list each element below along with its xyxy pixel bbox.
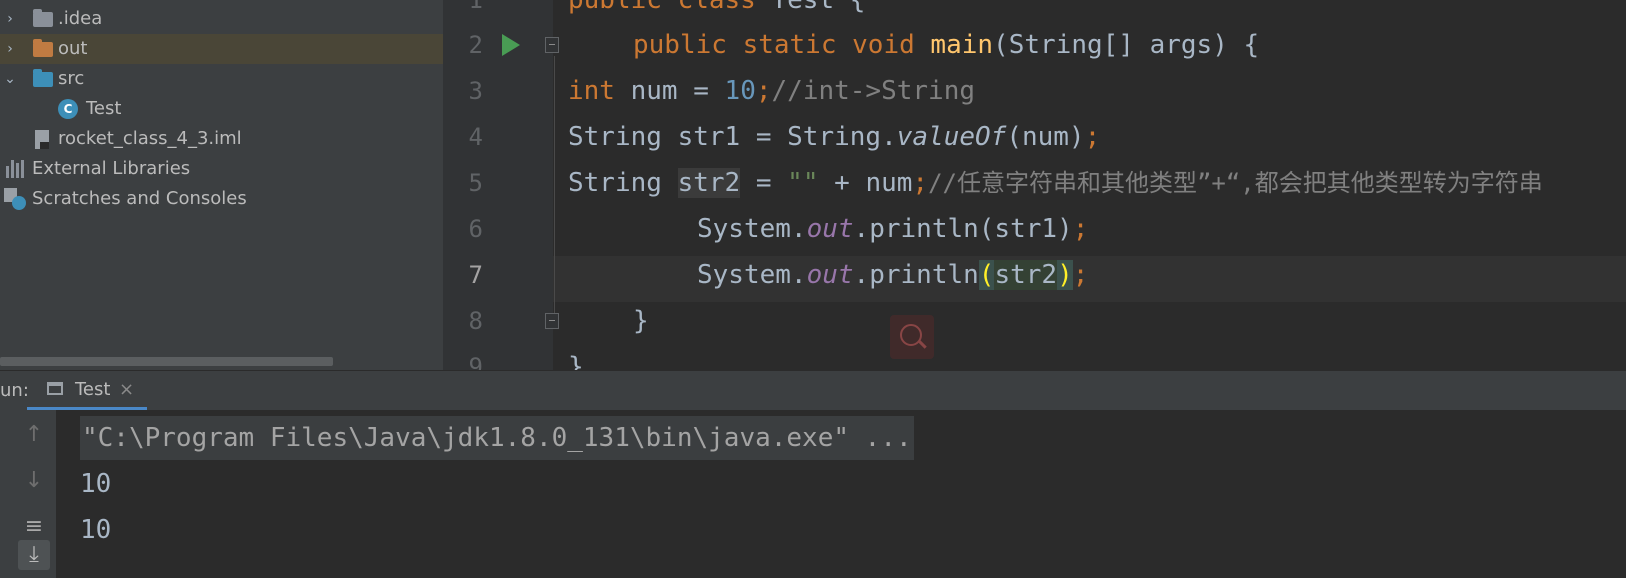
variable-highlight: str2 [677,168,741,198]
search-icon[interactable] [890,315,934,359]
tree-item-scratches[interactable]: Scratches and Consoles [0,184,443,214]
tree-item-out[interactable]: › out [0,34,443,64]
static-field: out [806,214,854,244]
semicolon: ; [1072,214,1089,244]
code-text: String str1 = String. [568,122,897,152]
code-line-7[interactable]: System.out.println(str2); [697,252,1088,298]
tree-item-idea[interactable]: › .idea [0,4,443,34]
code-editor[interactable]: 1 2 3 4 5 6 7 8 9 public class Test { pu… [443,0,1626,370]
class-name: Test { [771,0,866,15]
method-name: main [930,30,994,60]
tree-item-label: Scratches and Consoles [32,188,247,209]
tab-test[interactable]: Test × [27,371,147,411]
semicolon: ; [1084,122,1101,152]
code-text: (String[] args) { [993,30,1260,60]
code-text: (num) [1006,122,1085,152]
paren-open: ( [978,260,995,290]
keyword: int [568,76,615,106]
tree-item-iml[interactable]: rocket_class_4_3.iml [0,124,443,154]
keyword: public static void [633,30,931,60]
horizontal-scrollbar[interactable] [0,357,333,366]
code-text: String [568,168,678,198]
method-name: valueOf [896,122,1007,152]
line-number: 2 [468,31,483,59]
chevron-down-icon[interactable]: ⌄ [2,64,18,94]
arrow-down-icon[interactable]: ↓ [18,466,50,496]
code-line-5[interactable]: String str2 = "" + num;//任意字符串和其他类型”+“,都… [568,160,1543,206]
code-text: .println(str1) [853,214,1073,244]
chevron-right-icon[interactable]: › [2,4,18,34]
code-text: .println [853,260,979,290]
code-line-1[interactable]: public class Test { [568,0,865,23]
line-number: 3 [468,77,483,105]
comment: //int->String [771,76,976,106]
chevron-right-icon[interactable]: › [2,34,18,64]
libraries-icon [6,160,26,178]
run-main-icon[interactable] [502,34,520,56]
code-line-3[interactable]: int num = 10;//int->String [568,68,975,114]
tree-item-label: out [58,38,88,59]
folder-icon [33,39,53,57]
tree-item-label: .idea [58,8,103,29]
code-line-4[interactable]: String str1 = String.valueOf(num); [568,114,1100,160]
tree-item-label: Test [86,98,122,119]
code-text: = [740,168,788,198]
console-tab-icon [47,382,63,395]
code-text: System. [697,214,807,244]
code-text: } [568,352,584,370]
tree-item-label: rocket_class_4_3.iml [58,128,242,149]
keyword: public class [568,0,772,15]
tab-label: Test [75,379,111,400]
tree-item-test[interactable]: C Test [0,94,443,124]
semicolon: ; [912,168,929,198]
line-number: 6 [468,215,483,243]
project-tree-panel: › .idea › out ⌄ src C Test rocket_class_… [0,0,443,370]
line-number: 1 [468,0,483,14]
arrow-up-icon[interactable]: ↑ [18,420,50,450]
code-text: num = [614,76,725,106]
code-line-9[interactable]: } [568,344,584,370]
line-number: 8 [468,307,483,335]
close-icon[interactable]: × [119,371,134,409]
console-output[interactable]: "C:\Program Files\Java\jdk1.8.0_131\bin\… [56,410,1626,578]
tree-item-label: src [58,68,85,89]
run-toolbar: ↑ ↓ ≡ ⤓ [0,410,56,578]
code-text: } [633,306,649,336]
semicolon: ; [755,76,772,106]
code-text: System. [697,260,807,290]
scratches-icon [4,188,26,210]
paren-close: ) [1057,260,1073,290]
tree-item-label: External Libraries [32,158,191,179]
code-line-2[interactable]: public static void main(String[] args) { [633,22,1259,68]
console-output-line: 10 [80,515,112,545]
line-number: 7 [468,261,483,289]
line-number: 4 [468,123,483,151]
number-literal: 10 [724,76,756,106]
tree-item-external-libraries[interactable]: External Libraries [0,154,443,184]
fold-guide [554,56,555,320]
static-field: out [806,260,854,290]
console-command-line: "C:\Program Files\Java\jdk1.8.0_131\bin\… [80,416,914,460]
soft-wrap-icon[interactable]: ≡ [18,512,50,542]
tree-item-src[interactable]: ⌄ src [0,64,443,94]
run-panel-label: un: [0,380,29,401]
string-literal: "" [787,168,819,198]
code-line-6[interactable]: System.out.println(str1); [697,206,1088,252]
fold-marker-icon[interactable] [545,313,559,329]
fold-marker-icon[interactable] [545,37,559,53]
folder-icon [33,69,53,87]
folder-icon [33,9,53,27]
semicolon: ; [1072,260,1089,290]
line-number: 5 [468,169,483,197]
comment: //任意字符串和其他类型”+“,都会把其他类型转为字符串 [928,169,1543,197]
iml-file-icon [35,130,49,149]
console-output-line: 10 [80,469,112,499]
run-panel-header: un: Test × [0,370,1626,411]
line-number: 9 [468,353,483,370]
code-text: str2 [994,260,1058,290]
scroll-to-end-icon[interactable]: ⤓ [18,540,50,570]
java-class-icon: C [58,99,78,119]
code-line-8[interactable]: } [633,298,649,344]
code-text: + num [818,168,913,198]
